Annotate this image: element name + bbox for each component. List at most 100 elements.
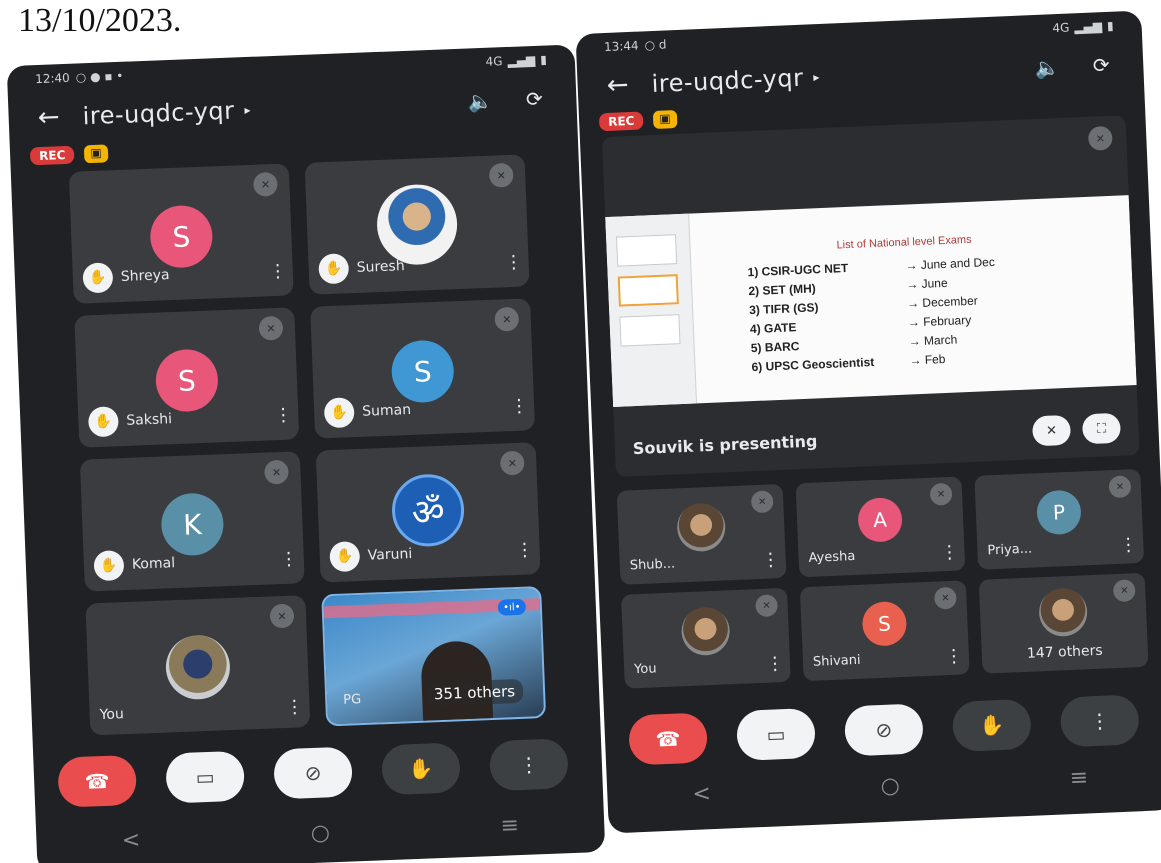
share-label: PG <box>343 692 362 708</box>
network-label: 4G <box>485 54 503 69</box>
unpin-button[interactable]: ✕ <box>1031 414 1072 447</box>
mic-muted-icon: ✕ <box>929 482 953 506</box>
back-arrow-icon[interactable]: ← <box>32 102 65 133</box>
end-call-button[interactable]: ☎ <box>57 754 138 808</box>
exam-date: → February <box>907 312 972 330</box>
self-name: You <box>99 705 125 723</box>
nav-back-icon[interactable]: < <box>692 781 711 807</box>
more-options-button[interactable]: ⋮ <box>1059 694 1140 748</box>
exam-date: → Feb <box>909 352 946 368</box>
hand-icon: ✋ <box>93 550 125 582</box>
mic-muted-icon: ✕ <box>499 450 525 476</box>
avatar-photo <box>1038 587 1089 638</box>
system-nav-bar: < ○ ≡ <box>36 802 605 863</box>
mic-off-button[interactable]: ⊘ <box>843 703 924 757</box>
back-arrow-icon[interactable]: ← <box>601 70 634 101</box>
camera-off-button[interactable]: ▭ <box>735 707 817 762</box>
hand-icon: ✋ <box>82 262 114 294</box>
participant-name: Shreya <box>120 267 170 285</box>
end-call-button[interactable]: ☎ <box>628 712 709 766</box>
mic-muted-icon: ✕ <box>750 490 774 514</box>
raise-hand-button[interactable]: ✋ <box>951 698 1032 752</box>
battery-icon: ▮ <box>539 52 548 67</box>
more-options-icon[interactable]: ⋮ <box>504 251 523 273</box>
more-options-icon[interactable]: ⋮ <box>761 549 780 571</box>
more-options-icon[interactable]: ⋮ <box>279 548 298 570</box>
more-options-icon[interactable]: ⋮ <box>940 542 959 564</box>
more-options-icon[interactable]: ⋮ <box>268 260 287 282</box>
mic-muted-icon: ✕ <box>258 315 284 341</box>
nav-home-icon[interactable]: ○ <box>880 773 900 799</box>
mic-muted-icon: ✕ <box>269 603 295 629</box>
chevron-right-icon[interactable]: ▸ <box>813 70 820 84</box>
signal-icon: ▂▄▆ <box>507 52 536 68</box>
avatar: P <box>1036 489 1082 536</box>
participant-tile[interactable]: ✕ Shub... ⋮ <box>616 483 787 585</box>
avatar-photo <box>164 634 232 701</box>
participant-tile[interactable]: ✕ S ✋ Sakshi ⋮ <box>74 307 300 448</box>
self-tile[interactable]: ✕ You ⋮ <box>85 595 311 736</box>
mic-muted-icon: ✕ <box>264 459 289 485</box>
fullscreen-button[interactable]: ⛶ <box>1081 412 1122 445</box>
mic-off-button[interactable]: ⊘ <box>273 746 353 800</box>
meeting-code[interactable]: ire-uqdc-yqr <box>651 64 804 98</box>
more-options-icon[interactable]: ⋮ <box>274 404 293 426</box>
hand-icon: ✋ <box>329 541 361 573</box>
more-options-icon[interactable]: ⋮ <box>766 653 785 675</box>
nav-home-icon[interactable]: ○ <box>310 820 330 846</box>
more-options-icon[interactable]: ⋮ <box>510 395 529 417</box>
notification-icons: ○ ● ▪ • <box>75 68 124 85</box>
participant-tile[interactable]: ✕ S ✋ Shreya ⋮ <box>68 163 294 304</box>
nav-recents-icon[interactable]: ≡ <box>1069 765 1088 791</box>
others-tile[interactable]: ✕ 147 others <box>978 572 1149 674</box>
mic-muted-icon: ✕ <box>1087 125 1113 151</box>
participant-grid: ✕ Shub... ⋮ ✕ A Ayesha ⋮ ✕ P Priya... ⋮ … <box>616 468 1149 689</box>
participant-name: Komal <box>131 555 176 573</box>
chevron-right-icon[interactable]: ▸ <box>244 103 251 117</box>
participant-tile[interactable]: ✕ ॐ ✋ Varuni ⋮ <box>315 442 541 583</box>
camera-off-button[interactable]: ▭ <box>165 750 246 804</box>
exam-date: → June <box>905 275 948 292</box>
clock: 13:44 <box>603 38 639 55</box>
flip-camera-icon[interactable]: ⟳ <box>1083 46 1120 83</box>
speaker-icon[interactable]: 🔈 <box>1029 49 1066 86</box>
mic-muted-icon: ✕ <box>755 594 779 618</box>
others-tile[interactable]: •ıl• PG 351 others <box>321 586 547 727</box>
mic-muted-icon: ✕ <box>488 162 514 188</box>
presentation-area[interactable]: ✕ List of National level Exams 1) CSIR-U… <box>601 115 1140 477</box>
more-options-icon[interactable]: ⋮ <box>1119 534 1138 556</box>
hand-icon: ✋ <box>87 406 119 438</box>
more-options-icon[interactable]: ⋮ <box>285 696 304 718</box>
participant-tile[interactable]: ✕ K ✋ Komal ⋮ <box>79 451 305 592</box>
more-options-button[interactable]: ⋮ <box>488 738 569 792</box>
mic-muted-icon: ✕ <box>933 586 957 610</box>
raise-hand-button[interactable]: ✋ <box>381 742 461 796</box>
participant-tile[interactable]: ✕ A Ayesha ⋮ <box>795 476 966 578</box>
participant-tile[interactable]: ✕ ✋ Suresh ⋮ <box>304 154 530 295</box>
right-phone-screen: 13:44 ○ d 4G ▂▄▆ ▮ ← ire-uqdc-yqr ▸ 🔈 ⟳ … <box>575 10 1161 834</box>
meeting-code[interactable]: ire-uqdc-yqr <box>82 97 235 131</box>
slide-title: List of National level Exams <box>836 233 972 252</box>
more-options-icon[interactable]: ⋮ <box>944 646 963 668</box>
signal-icon: ▂▄▆ <box>1074 19 1103 35</box>
participant-tile[interactable]: ✕ S Shivani ⋮ <box>799 580 970 682</box>
shared-slide: List of National level Exams 1) CSIR-UGC… <box>605 195 1137 407</box>
participant-name: Shub... <box>629 556 676 574</box>
participant-name: Varuni <box>367 545 413 564</box>
participant-tile[interactable]: ✕ P Priya... ⋮ <box>974 468 1145 570</box>
flip-camera-icon[interactable]: ⟳ <box>516 80 553 117</box>
nav-recents-icon[interactable]: ≡ <box>500 813 519 839</box>
self-tile[interactable]: ✕ You ⋮ <box>621 587 791 689</box>
slide-thumbnail <box>619 314 681 347</box>
participant-tile[interactable]: ✕ S ✋ Suman ⋮ <box>310 298 536 439</box>
more-options-icon[interactable]: ⋮ <box>515 539 534 561</box>
nav-back-icon[interactable]: < <box>121 827 140 853</box>
speaker-icon[interactable]: 🔈 <box>462 82 499 119</box>
others-count: 147 others <box>1026 642 1103 662</box>
mic-muted-icon: ✕ <box>1108 475 1132 499</box>
recording-badge: REC <box>29 145 75 166</box>
mic-muted-icon: ✕ <box>1112 579 1136 603</box>
participant-grid: ✕ S ✋ Shreya ⋮ ✕ ✋ Suresh ⋮ ✕ S ✋ Sakshi… <box>68 154 550 736</box>
participant-name: Sakshi <box>126 411 173 429</box>
notification-icons: ○ d <box>644 37 667 53</box>
